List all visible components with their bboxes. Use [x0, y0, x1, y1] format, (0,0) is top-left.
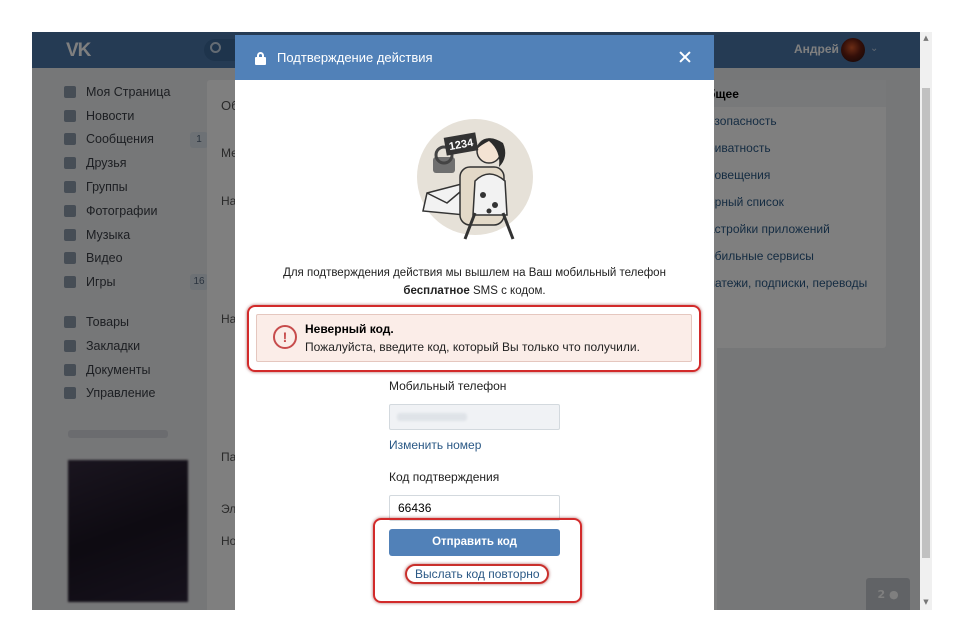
description-line1: Для подтверждения действия мы вышлем на … — [283, 267, 666, 279]
code-label: Код подтверждения — [389, 470, 500, 484]
dialog-description: Для подтверждения действия мы вышлем на … — [235, 264, 714, 300]
description-rest: SMS с кодом. — [469, 285, 546, 297]
error-highlight-annotation — [247, 305, 701, 372]
scroll-down-arrow-icon[interactable]: ▼ — [920, 598, 932, 606]
description-bold: бесплатное — [403, 285, 470, 297]
dialog-header: Подтверждение действия — [235, 35, 714, 80]
dialog-title: Подтверждение действия — [277, 50, 433, 65]
change-number-link[interactable]: Изменить номер — [389, 438, 481, 452]
blurred-phone-number — [397, 413, 467, 421]
close-icon[interactable] — [676, 48, 694, 66]
description-line2: бесплатное SMS с кодом. — [235, 282, 714, 300]
resend-highlight-annotation — [405, 564, 549, 584]
send-highlight-annotation — [373, 518, 582, 603]
lock-icon — [255, 51, 266, 65]
scroll-up-arrow-icon[interactable]: ▲ — [920, 34, 932, 42]
phone-label: Мобильный телефон — [389, 379, 507, 393]
scrollbar-thumb[interactable] — [922, 88, 930, 558]
sms-illustration: 1234 — [417, 119, 533, 240]
